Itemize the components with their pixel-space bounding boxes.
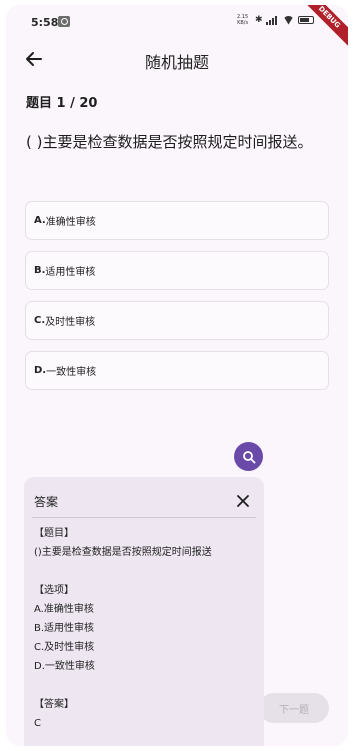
wifi-icon [283, 15, 294, 25]
bluetooth-icon: ✱ [255, 15, 263, 25]
next-question-button[interactable]: 下一题 [259, 693, 329, 723]
option-letter: A. [34, 215, 46, 226]
app-bar: 随机抽题 [6, 39, 348, 79]
page-title: 随机抽题 [144, 53, 209, 72]
network-speed: 2.15 KB/s [237, 14, 248, 26]
notification-app-icon [58, 16, 70, 27]
search-button[interactable] [234, 442, 263, 471]
option-text: 准确性审核 [45, 217, 96, 228]
search-icon [242, 450, 255, 463]
option-text: 及时性审核 [45, 317, 96, 328]
option-d[interactable]: D. 一致性审核 [25, 351, 329, 390]
option-letter: D. [34, 365, 47, 376]
answer-panel-body: 【题目】 ()主要是检查数据是否按照规定时间报送 【选项】 A.准确性审核 B.… [34, 524, 259, 733]
panel-option: D.一致性审核 [34, 661, 95, 672]
option-letter: B. [34, 265, 46, 276]
panel-divider [32, 517, 256, 518]
options-header: 【选项】 [34, 585, 74, 596]
status-icons: ✱ [255, 15, 314, 25]
option-c[interactable]: C. 及时性审核 [25, 301, 329, 340]
battery-icon [298, 16, 314, 24]
network-speed-unit: KB/s [237, 20, 249, 26]
answer-header: 【答案】 [34, 699, 74, 710]
panel-question-text: ()主要是检查数据是否按照规定时间报送 [34, 547, 212, 558]
option-letter: C. [34, 315, 46, 326]
question-counter: 题目 1 / 20 [26, 96, 98, 111]
answer-panel: 答案 【题目】 ()主要是检查数据是否按照规定时间报送 【选项】 A.准确性审核… [24, 477, 264, 746]
close-icon[interactable] [236, 493, 250, 507]
panel-option: A.准确性审核 [34, 604, 94, 615]
status-bar: 5:58 2.15 KB/s ✱ DEBUG [6, 5, 348, 54]
phone-screen: 5:58 2.15 KB/s ✱ DEBUG 随机抽题 题目 1 / 20 ( … [6, 5, 348, 746]
panel-option: C.及时性审核 [34, 642, 95, 653]
panel-option: B.适用性审核 [34, 623, 95, 634]
question-text: ( )主要是检查数据是否按照规定时间报送。 [26, 133, 313, 151]
question-header: 【题目】 [34, 528, 74, 539]
option-text: 适用性审核 [45, 267, 96, 278]
option-text: 一致性审核 [46, 367, 97, 378]
status-time: 5:58 [31, 16, 59, 29]
signal-icon [266, 15, 279, 25]
option-a[interactable]: A. 准确性审核 [25, 201, 329, 240]
option-b[interactable]: B. 适用性审核 [25, 251, 329, 290]
answer-value: C [34, 718, 41, 729]
panel-title: 答案 [34, 495, 59, 509]
